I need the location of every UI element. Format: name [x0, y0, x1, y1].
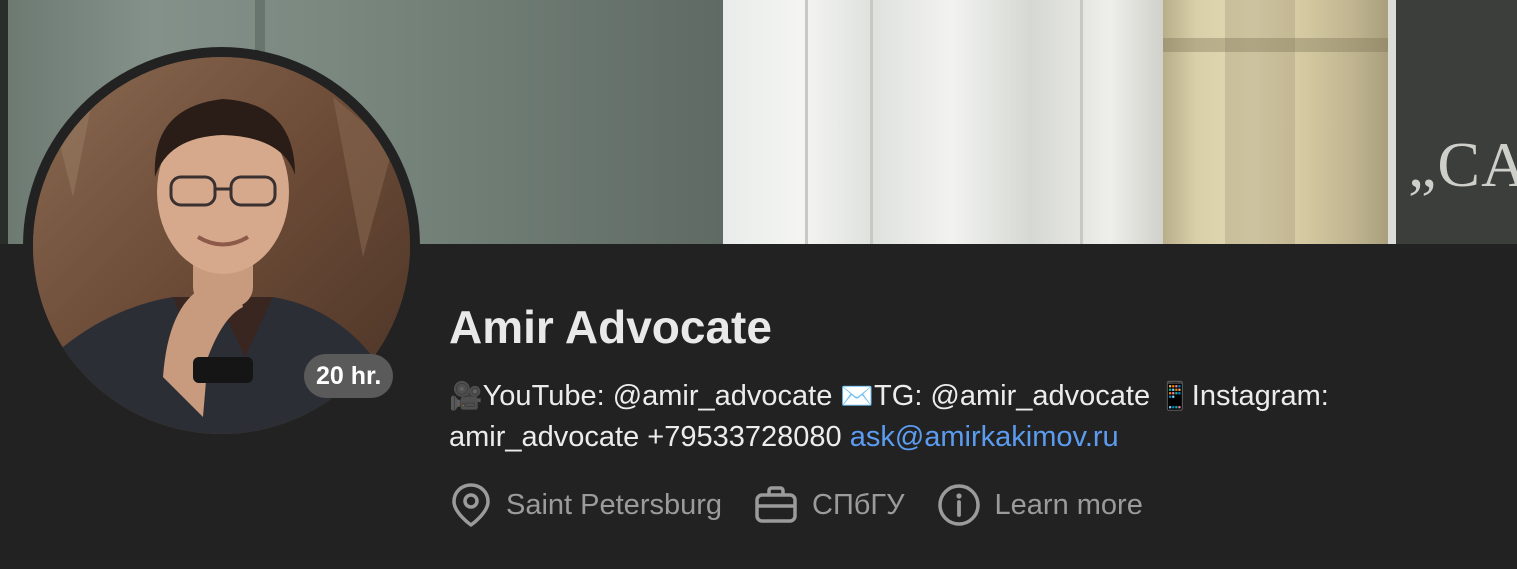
profile-meta: Saint Petersburg СПбГУ Learn more — [450, 480, 1175, 530]
profile-bio: 🎥YouTube: @amir_advocate ✉️TG: @amir_adv… — [449, 376, 1479, 457]
bio-youtube: YouTube: @amir_advocate — [482, 380, 833, 412]
cover-pillar-band — [1225, 0, 1295, 244]
cover-wall-line — [805, 0, 808, 244]
email-link[interactable]: ask@amirkakimov.ru — [850, 421, 1119, 453]
learn-more-item[interactable]: Learn more — [937, 483, 1143, 527]
video-camera-icon: 🎥 — [449, 381, 483, 412]
workplace-label: СПбГУ — [812, 488, 905, 521]
location-label: Saint Petersburg — [506, 488, 723, 521]
mobile-phone-icon: 📱 — [1158, 381, 1192, 412]
cover-wall-line — [1080, 0, 1083, 244]
cover-plaque — [1388, 0, 1517, 244]
profile-page: „CA 20 hr. Amir Advocate 🎥YouTube: @amir… — [0, 0, 1517, 569]
profile-name: Amir Advocate — [449, 301, 772, 353]
learn-more-label: Learn more — [994, 488, 1143, 521]
cover-pillar-ledge — [1163, 38, 1388, 52]
cover-wall-line — [870, 0, 873, 244]
briefcase-icon — [755, 486, 797, 523]
location-item[interactable]: Saint Petersburg — [450, 482, 722, 528]
cover-wall — [723, 0, 1163, 244]
cover-edge — [0, 0, 8, 244]
workplace-item[interactable]: СПбГУ — [754, 485, 905, 525]
info-circle-icon — [937, 484, 980, 526]
bio-telegram: TG: @amir_advocate — [874, 380, 1151, 412]
map-pin-icon — [452, 483, 490, 527]
cover-plaque-text: „CA — [1408, 129, 1517, 200]
duration-badge: 20 hr. — [304, 354, 394, 398]
envelope-icon: ✉️ — [840, 381, 875, 412]
